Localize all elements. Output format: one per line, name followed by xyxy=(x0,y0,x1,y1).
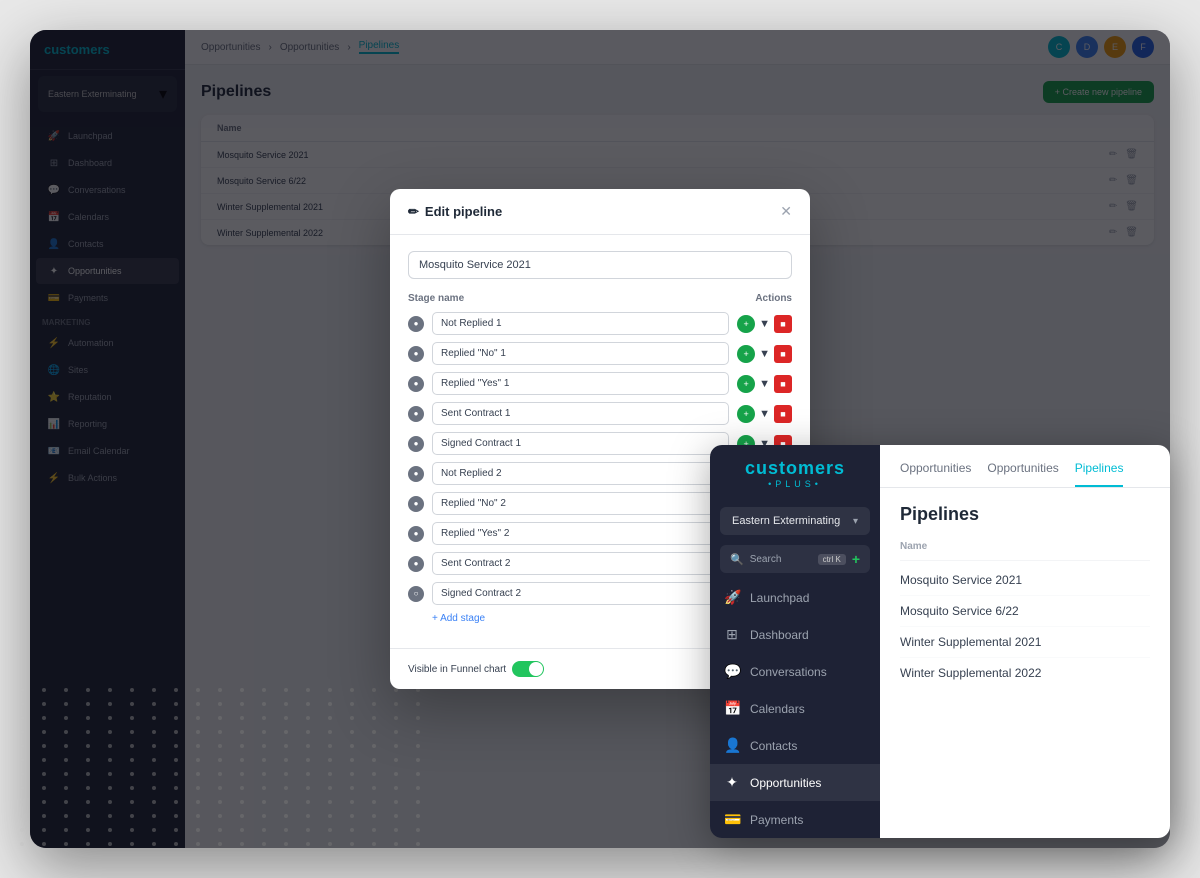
stage-row: ● + ▼ ■ xyxy=(408,402,792,425)
dashboard-icon: ⊞ xyxy=(724,626,740,643)
search-icon: 🔍 xyxy=(730,553,744,566)
zoom-table-row[interactable]: Mosquito Service 2021 xyxy=(900,565,1150,596)
filter-icon[interactable]: ▼ xyxy=(759,348,770,360)
stage-name-input[interactable] xyxy=(432,552,729,575)
stage-row: ● + ▼ ■ xyxy=(408,372,792,395)
zoom-nav-label: Launchpad xyxy=(750,591,809,605)
launchpad-icon: 🚀 xyxy=(724,589,740,606)
delete-stage-button[interactable]: ■ xyxy=(774,345,792,363)
zoom-table-row[interactable]: Winter Supplemental 2022 xyxy=(900,658,1150,688)
logo-subtitle: •PLUS• xyxy=(726,479,864,489)
zoom-table-header: Name xyxy=(900,541,1150,561)
actions-label: Actions xyxy=(755,293,792,304)
zoom-nav-label: Payments xyxy=(750,813,803,827)
zoom-sidebar-item-payments[interactable]: 💳 Payments xyxy=(710,801,880,838)
search-shortcut-badge: ctrl K xyxy=(818,554,846,565)
chevron-down-icon: ▾ xyxy=(853,516,858,527)
stage-name-input[interactable] xyxy=(432,492,729,515)
delete-stage-button[interactable]: ■ xyxy=(774,405,792,423)
stage-actions: + ▼ ■ xyxy=(737,405,792,423)
stage-check-icon: ● xyxy=(408,526,424,542)
filter-icon[interactable]: ▼ xyxy=(759,318,770,330)
pipeline-name-input[interactable] xyxy=(408,251,792,279)
stage-name-input[interactable] xyxy=(432,402,729,425)
zoom-nav-label: Dashboard xyxy=(750,628,809,642)
logo-title: customers xyxy=(726,459,864,479)
stage-name-input[interactable] xyxy=(432,582,729,605)
add-action-button[interactable]: + xyxy=(737,345,755,363)
stage-check-icon: ● xyxy=(408,316,424,332)
filter-icon[interactable]: ▼ xyxy=(759,408,770,420)
zoom-table-row[interactable]: Mosquito Service 6/22 xyxy=(900,596,1150,627)
modal-header: ✏ Edit pipeline ✕ xyxy=(390,189,810,235)
zoom-sidebar-item-contacts[interactable]: 👤 Contacts xyxy=(710,727,880,764)
stage-name-input[interactable] xyxy=(432,372,729,395)
funnel-chart-toggle[interactable] xyxy=(512,661,544,677)
stage-check-icon: ● xyxy=(408,346,424,362)
zoom-panels: customers •PLUS• Eastern Exterminating ▾… xyxy=(710,445,1170,838)
stage-check-icon: ● xyxy=(408,496,424,512)
calendars-icon: 📅 xyxy=(724,700,740,717)
tab-opportunities-2[interactable]: Opportunities xyxy=(987,461,1058,487)
opportunities-icon: ✦ xyxy=(724,774,740,791)
stage-check-icon: ● xyxy=(408,376,424,392)
edit-icon: ✏ xyxy=(408,204,419,220)
stage-row: ● + ▼ ■ xyxy=(408,342,792,365)
stage-name-input[interactable] xyxy=(432,342,729,365)
zoom-sidebar: customers •PLUS• Eastern Exterminating ▾… xyxy=(710,445,880,838)
stage-name-label: Stage name xyxy=(408,293,464,304)
zoom-right-panel: Opportunities Opportunities Pipelines Pi… xyxy=(880,445,1170,838)
contacts-icon: 👤 xyxy=(724,737,740,754)
zoom-tabs: Opportunities Opportunities Pipelines xyxy=(900,461,1150,487)
zoom-table-row[interactable]: Winter Supplemental 2021 xyxy=(900,627,1150,658)
zoom-search-bar[interactable]: 🔍 Search ctrl K + xyxy=(720,545,870,573)
stage-check-icon: ● xyxy=(408,556,424,572)
zoom-account-name: Eastern Exterminating xyxy=(732,515,840,527)
zoom-content: Pipelines Name Mosquito Service 2021 Mos… xyxy=(880,488,1170,838)
zoom-sidebar-item-dashboard[interactable]: ⊞ Dashboard xyxy=(710,616,880,653)
zoom-logo: customers •PLUS• xyxy=(710,445,880,503)
conversations-icon: 💬 xyxy=(724,663,740,680)
zoom-nav-label: Contacts xyxy=(750,739,797,753)
funnel-chart-toggle-row: Visible in Funnel chart xyxy=(408,661,544,677)
zoom-sidebar-item-conversations[interactable]: 💬 Conversations xyxy=(710,653,880,690)
tab-opportunities-1[interactable]: Opportunities xyxy=(900,461,971,487)
zoom-right-header: Opportunities Opportunities Pipelines xyxy=(880,445,1170,488)
zoom-nav-label: Calendars xyxy=(750,702,805,716)
delete-stage-button[interactable]: ■ xyxy=(774,315,792,333)
zoom-account-selector[interactable]: Eastern Exterminating ▾ xyxy=(720,507,870,535)
delete-stage-button[interactable]: ■ xyxy=(774,375,792,393)
stage-row: ● + ▼ ■ xyxy=(408,312,792,335)
stage-actions: + ▼ ■ xyxy=(737,375,792,393)
tab-pipelines[interactable]: Pipelines xyxy=(1075,461,1124,487)
modal-title: ✏ Edit pipeline xyxy=(408,204,502,220)
close-button[interactable]: ✕ xyxy=(780,203,792,220)
zoom-sidebar-item-calendars[interactable]: 📅 Calendars xyxy=(710,690,880,727)
stage-header: Stage name Actions xyxy=(408,293,792,304)
stage-check-icon: ● xyxy=(408,436,424,452)
add-action-button[interactable]: + xyxy=(737,375,755,393)
stage-check-icon: ○ xyxy=(408,586,424,602)
stage-name-input[interactable] xyxy=(432,432,729,455)
stage-actions: + ▼ ■ xyxy=(737,345,792,363)
stage-check-icon: ● xyxy=(408,406,424,422)
stage-name-input[interactable] xyxy=(432,462,729,485)
stage-name-input[interactable] xyxy=(432,312,729,335)
zoom-nav-label: Conversations xyxy=(750,665,827,679)
filter-icon[interactable]: ▼ xyxy=(759,378,770,390)
visible-funnel-label: Visible in Funnel chart xyxy=(408,664,506,675)
zoom-nav-label: Opportunities xyxy=(750,776,821,790)
search-placeholder: Search xyxy=(750,554,812,565)
zoom-sidebar-item-launchpad[interactable]: 🚀 Launchpad xyxy=(710,579,880,616)
zoom-sidebar-item-opportunities[interactable]: ✦ Opportunities xyxy=(710,764,880,801)
payments-icon: 💳 xyxy=(724,811,740,828)
stage-name-input[interactable] xyxy=(432,522,729,545)
search-add-icon[interactable]: + xyxy=(852,551,860,567)
add-action-button[interactable]: + xyxy=(737,315,755,333)
stage-actions: + ▼ ■ xyxy=(737,315,792,333)
stage-check-icon: ● xyxy=(408,466,424,482)
add-action-button[interactable]: + xyxy=(737,405,755,423)
zoom-pipelines-title: Pipelines xyxy=(900,504,1150,525)
